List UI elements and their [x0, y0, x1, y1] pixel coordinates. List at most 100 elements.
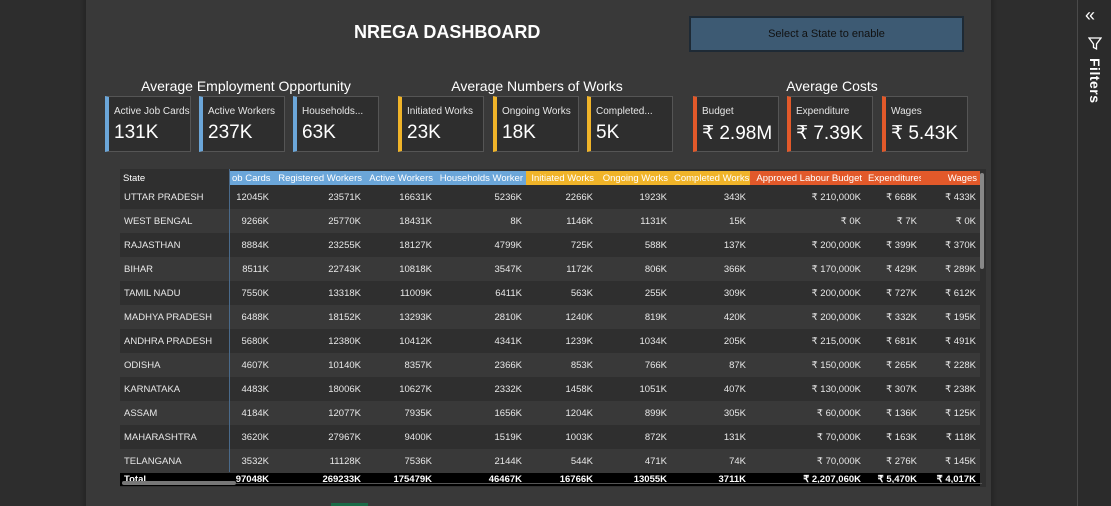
- table-cell: ₹ 200,000K: [811, 239, 861, 251]
- column-header-ongoing-works[interactable]: Ongoing Works: [597, 171, 671, 185]
- table-cell: ₹ 307K: [886, 383, 917, 395]
- column-header-approved-labour-budget[interactable]: Approved Labour Budget: [750, 171, 865, 185]
- table-cell: 766K: [597, 353, 671, 377]
- table-cell: ₹ 668K: [886, 191, 917, 203]
- table-cell: 6488K: [229, 305, 273, 329]
- column-header-completed-works[interactable]: Completed Works: [671, 171, 750, 185]
- frozen-column-divider: [229, 169, 230, 472]
- table-row[interactable]: BIHAR 8511K 22743K 10818K 3547K 1172K 806K 366K…: [120, 257, 980, 281]
- column-header-job-cards[interactable]: ob Cards: [229, 171, 273, 185]
- table-row[interactable]: UTTAR PRADESH 12045K 23571K 16631K 5236K 2266…: [120, 185, 980, 209]
- table-cell: 563K: [570, 287, 593, 299]
- table-row[interactable]: KARNATAKA 4483K 18006K 10627K 2332K 1458K 1051…: [120, 377, 980, 401]
- table-cell: 131K: [723, 431, 746, 443]
- table-cell: ₹ 399K: [886, 239, 917, 251]
- kpi-label: Wages: [891, 106, 922, 117]
- table-cell: ₹ 265K: [865, 353, 921, 377]
- table-cell: 46467K: [436, 473, 526, 486]
- column-header-active-workers[interactable]: Active Workers: [365, 171, 436, 185]
- kpi-label: Initiated Works: [407, 106, 473, 117]
- table-cell: 12077K: [273, 401, 365, 425]
- table-cell: 1003K: [565, 431, 593, 443]
- table-cell: 420K: [671, 305, 750, 329]
- section-title-employment: Average Employment Opportunity: [141, 78, 351, 94]
- table-cell: ₹ 228K: [921, 353, 980, 377]
- table-row[interactable]: WEST BENGAL 9266K 25770K 18431K 8K 1146K 1131K…: [120, 209, 980, 233]
- table-cell: 471K: [597, 449, 671, 473]
- canvas-shadow-right: [991, 0, 997, 506]
- table-cell: 343K: [723, 191, 746, 203]
- table-row[interactable]: ODISHA 4607K 10140K 8357K 2366K 853K 766K 87K ₹ …: [120, 353, 980, 377]
- table-cell: 544K: [526, 449, 597, 473]
- select-state-button[interactable]: Select a State to enable: [689, 16, 964, 52]
- column-header-wages[interactable]: Wages: [921, 171, 980, 185]
- table-cell: ₹ 612K: [945, 287, 976, 299]
- table-cell: 18431K: [365, 209, 436, 233]
- horizontal-scrollbar[interactable]: [122, 481, 236, 485]
- table-cell: 13055K: [597, 473, 671, 486]
- table-cell: 588K: [644, 239, 667, 251]
- kpi-card-households: Households... 63K: [293, 96, 379, 152]
- table-cell: 853K: [526, 353, 597, 377]
- state-table-visual[interactable]: State ob Cards Registered Workers Active…: [120, 169, 986, 487]
- table-cell: 4483K: [241, 383, 269, 395]
- table-cell: 8K: [436, 209, 526, 233]
- kpi-value: ₹ 2.98M: [702, 123, 773, 144]
- kpi-card-active-workers: Active Workers 237K: [199, 96, 285, 152]
- table-cell: 1146K: [526, 209, 597, 233]
- column-header-state[interactable]: State: [120, 171, 229, 185]
- column-header-expenditures[interactable]: Expenditures: [865, 171, 921, 185]
- table-row[interactable]: MADHYA PRADESH 6488K 18152K 13293K 2810K 1240…: [120, 305, 980, 329]
- table-cell: 899K: [597, 401, 671, 425]
- table-cell: 175479K: [365, 473, 436, 486]
- kpi-card-expenditure: Expenditure ₹ 7.39K: [787, 96, 873, 152]
- table-cell: 11009K: [399, 287, 432, 299]
- vertical-scrollbar[interactable]: [980, 173, 984, 269]
- kpi-value: 237K: [208, 122, 253, 143]
- table-cell: ₹ 150,000K: [750, 353, 865, 377]
- table-cell: ₹ 727K: [886, 287, 917, 299]
- table-cell: 7550K: [241, 287, 269, 299]
- double-chevron-left-icon[interactable]: «: [1085, 6, 1095, 24]
- state-name-cell: TELANGANA: [120, 449, 229, 473]
- table-cell: 16766K: [526, 473, 597, 486]
- table-row[interactable]: ASSAM 4184K 12077K 7935K 1656K 1204K 899K 305K ₹…: [120, 401, 980, 425]
- kpi-label: Budget: [702, 106, 734, 117]
- table-cell: 22743K: [273, 257, 365, 281]
- kpi-value: 18K: [502, 122, 536, 143]
- table-cell: 13293K: [365, 305, 436, 329]
- state-name-cell: TAMIL NADU: [124, 287, 181, 299]
- table-cell: 10818K: [365, 257, 436, 281]
- table-cell: 806K: [597, 257, 671, 281]
- table-cell: ₹ 4,017K: [921, 473, 980, 486]
- table-cell: 12045K: [236, 191, 269, 203]
- table-cell: ₹ 433K: [945, 191, 976, 203]
- table-row[interactable]: ANDHRA PRADESH 5680K 12380K 10412K 4341K 1239…: [120, 329, 980, 353]
- table-cell: 3711K: [671, 473, 750, 486]
- table-cell: ₹ 332K: [865, 305, 921, 329]
- table-cell: 27967K: [328, 431, 361, 443]
- table-cell: ₹ 429K: [865, 257, 921, 281]
- column-header-registered-workers[interactable]: Registered Workers: [273, 171, 365, 185]
- table-cell: 2366K: [436, 353, 526, 377]
- table-cell: ₹ 491K: [945, 335, 976, 347]
- table-row[interactable]: RAJASTHAN 8884K 23255K 18127K 4799K 725K 588K 1…: [120, 233, 980, 257]
- table-cell: ₹ 136K: [865, 401, 921, 425]
- table-cell: 1923K: [639, 191, 667, 203]
- table-cell: ₹ 70,000K: [750, 449, 865, 473]
- table-row[interactable]: TAMIL NADU 7550K 13318K 11009K 6411K 563K 255K…: [120, 281, 980, 305]
- table-cell: 18127K: [399, 239, 432, 251]
- table-cell: ₹ 200,000K: [750, 305, 865, 329]
- table-row[interactable]: TELANGANA 3532K 11128K 7536K 2144K 544K 471K 74…: [120, 449, 980, 473]
- filters-label[interactable]: Filters: [1087, 58, 1103, 104]
- section-title-costs: Average Costs: [786, 78, 878, 94]
- column-header-households-worker[interactable]: Households Worker: [436, 171, 526, 185]
- table-row[interactable]: MAHARASHTRA 3620K 27967K 9400K 1519K 1003K 872…: [120, 425, 980, 449]
- state-name-cell: BIHAR: [120, 257, 229, 281]
- table-cell: ₹ 276K: [865, 449, 921, 473]
- table-cell: 8511K: [229, 257, 273, 281]
- column-header-initiated-works[interactable]: Initiated Works: [526, 171, 597, 185]
- table-cell: ₹ 125K: [921, 401, 980, 425]
- state-name-cell: UTTAR PRADESH: [124, 191, 204, 203]
- kpi-card-completed-works: Completed... 5K: [587, 96, 673, 152]
